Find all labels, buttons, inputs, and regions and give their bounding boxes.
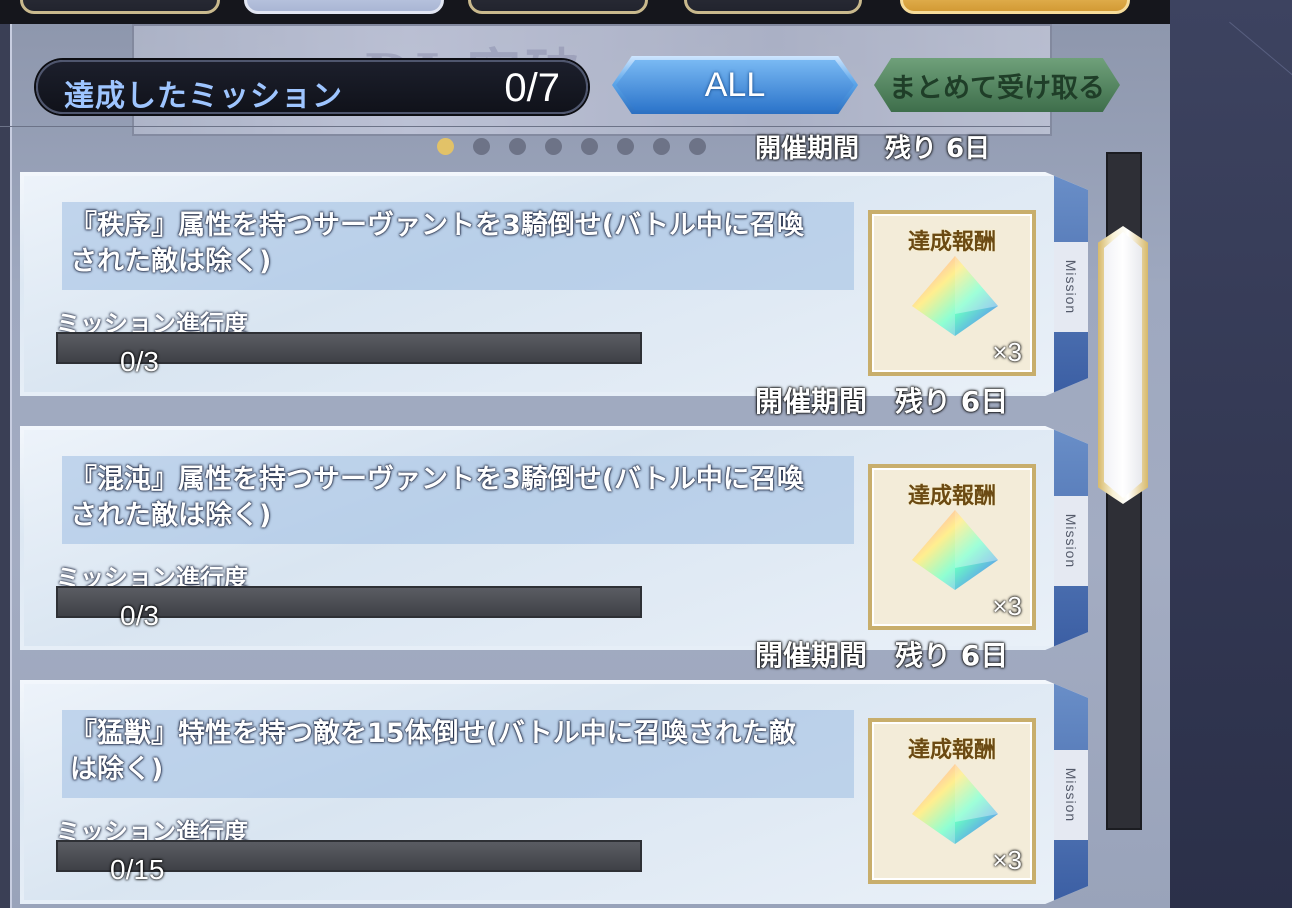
reward-quantity: ×3 <box>992 337 1022 367</box>
mission-card[interactable]: Mission 『混沌』属性を持つサーヴァントを3騎倒せ(バトル中に召喚された敵… <box>20 426 1088 650</box>
achieved-count: 0/7 <box>504 66 560 110</box>
saint-quartz-icon <box>912 764 998 844</box>
reward-box[interactable]: 達成報酬 ×3 <box>868 718 1036 884</box>
reward-quantity: ×3 <box>992 591 1022 621</box>
reward-title: 達成報酬 <box>907 738 996 763</box>
peek-period-text: 開催期間 残り 6日 <box>755 134 991 162</box>
period-remaining: 開催期間 残り 6日 <box>755 639 1009 672</box>
page-dot[interactable] <box>581 138 598 155</box>
page-dot[interactable] <box>473 138 490 155</box>
reward-title: 達成報酬 <box>907 230 996 255</box>
saint-quartz-icon <box>912 510 998 590</box>
mission-side-label: Mission <box>1054 242 1088 332</box>
mission-description: 『秩序』属性を持つサーヴァントを3騎倒せ(バトル中に召喚された敵は除く) <box>70 210 804 277</box>
page-dot[interactable] <box>617 138 634 155</box>
page-dot[interactable] <box>689 138 706 155</box>
mission-side-label: Mission <box>1054 496 1088 586</box>
tab-4[interactable] <box>684 0 862 14</box>
reward-box[interactable]: 達成報酬 ×3 <box>868 210 1036 376</box>
filter-all-button[interactable]: ALL <box>612 56 858 114</box>
bulk-receive-label: まとめて受け取る <box>889 72 1105 104</box>
achieved-missions-counter: 達成したミッション 0/7 <box>36 60 588 114</box>
page-dot[interactable] <box>653 138 670 155</box>
saint-quartz-icon <box>912 256 998 336</box>
scrollbar-thumb[interactable] <box>1098 226 1148 504</box>
mission-card[interactable]: Mission 『秩序』属性を持つサーヴァントを3騎倒せ(バトル中に召喚された敵… <box>20 172 1088 396</box>
mission-description: 『猛獣』特性を持つ敵を15体倒せ(バトル中に召喚された敵は除く) <box>70 718 796 785</box>
top-tab-strip <box>0 0 1170 24</box>
progress-text: 0/3 <box>120 600 159 631</box>
mission-card[interactable]: Mission 『猛獣』特性を持つ敵を15体倒せ(バトル中に召喚された敵は除く)… <box>20 680 1088 904</box>
tab-1[interactable] <box>20 0 220 14</box>
divider <box>0 126 1050 127</box>
background-art <box>1170 0 1292 908</box>
mission-screen: DI 突破 開催期間 残り 6日 達成したミッション 0/7 ALL まとめて受… <box>0 0 1292 908</box>
tab-3[interactable] <box>468 0 648 14</box>
tab-2[interactable] <box>244 0 444 14</box>
reward-box[interactable]: 達成報酬 ×3 <box>868 464 1036 630</box>
reward-title: 達成報酬 <box>907 484 996 509</box>
banner-page-dots <box>437 138 706 155</box>
page-dot[interactable] <box>545 138 562 155</box>
page-dot[interactable] <box>437 138 454 155</box>
mission-description: 『混沌』属性を持つサーヴァントを3騎倒せ(バトル中に召喚された敵は除く) <box>70 464 804 531</box>
period-remaining: 開催期間 残り 6日 <box>755 385 1009 418</box>
page-dot[interactable] <box>509 138 526 155</box>
tab-5[interactable] <box>900 0 1130 14</box>
filter-all-label: ALL <box>704 65 766 104</box>
bulk-receive-button[interactable]: まとめて受け取る <box>874 58 1120 112</box>
mission-side-label: Mission <box>1054 750 1088 840</box>
achieved-label: 達成したミッション <box>64 79 343 114</box>
progress-text: 0/3 <box>120 346 159 377</box>
reward-quantity: ×3 <box>992 845 1022 875</box>
progress-text: 0/15 <box>110 854 165 885</box>
